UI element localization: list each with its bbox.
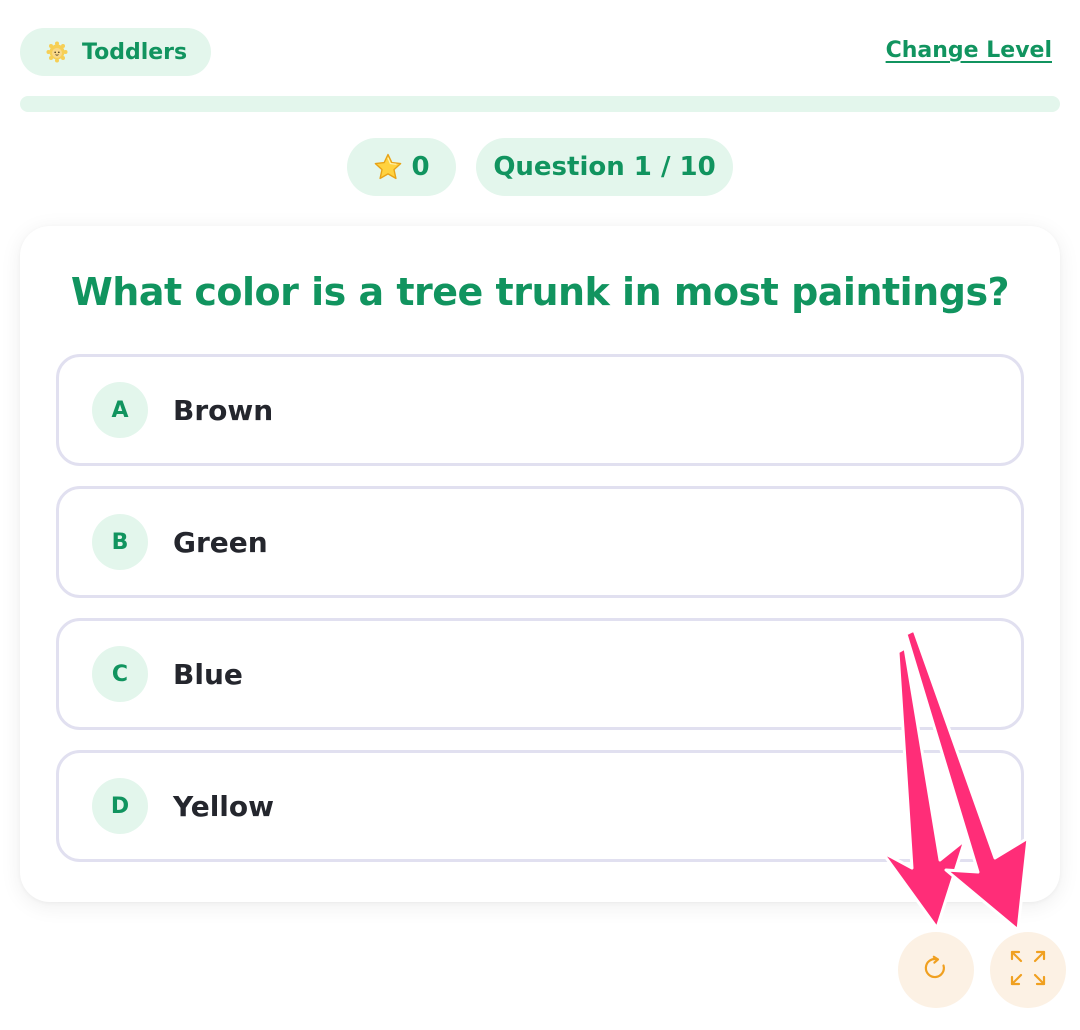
answer-option-d[interactable]: D Yellow bbox=[56, 750, 1024, 862]
option-letter: B bbox=[92, 514, 148, 570]
score-value: 0 bbox=[411, 152, 430, 182]
option-letter: D bbox=[92, 778, 148, 834]
restart-icon bbox=[921, 953, 951, 987]
question-card: What color is a tree trunk in most paint… bbox=[20, 226, 1060, 902]
question-counter: Question 1 / 10 bbox=[476, 138, 733, 196]
fullscreen-icon bbox=[1008, 948, 1048, 992]
fullscreen-button[interactable] bbox=[990, 932, 1066, 1008]
quiz-page: Toddlers Change Level 0 Question 1 / 10 … bbox=[0, 0, 1080, 1030]
level-label: Toddlers bbox=[82, 39, 188, 65]
level-badge[interactable]: Toddlers bbox=[20, 28, 211, 76]
star-icon bbox=[373, 152, 403, 182]
restart-button[interactable] bbox=[898, 932, 974, 1008]
option-letter: C bbox=[92, 646, 148, 702]
option-letter: A bbox=[92, 382, 148, 438]
score-badge: 0 bbox=[347, 138, 456, 196]
answer-option-a[interactable]: A Brown bbox=[56, 354, 1024, 466]
option-text: Blue bbox=[173, 657, 243, 691]
answer-option-b[interactable]: B Green bbox=[56, 486, 1024, 598]
option-text: Green bbox=[173, 525, 268, 559]
question-counter-label: Question 1 / 10 bbox=[493, 152, 716, 182]
baby-face-icon bbox=[46, 41, 68, 63]
answer-option-c[interactable]: C Blue bbox=[56, 618, 1024, 730]
progress-bar bbox=[20, 96, 1060, 112]
option-text: Brown bbox=[173, 393, 274, 427]
question-text: What color is a tree trunk in most paint… bbox=[70, 270, 1010, 314]
option-text: Yellow bbox=[173, 789, 274, 823]
change-level-link[interactable]: Change Level bbox=[886, 38, 1052, 63]
